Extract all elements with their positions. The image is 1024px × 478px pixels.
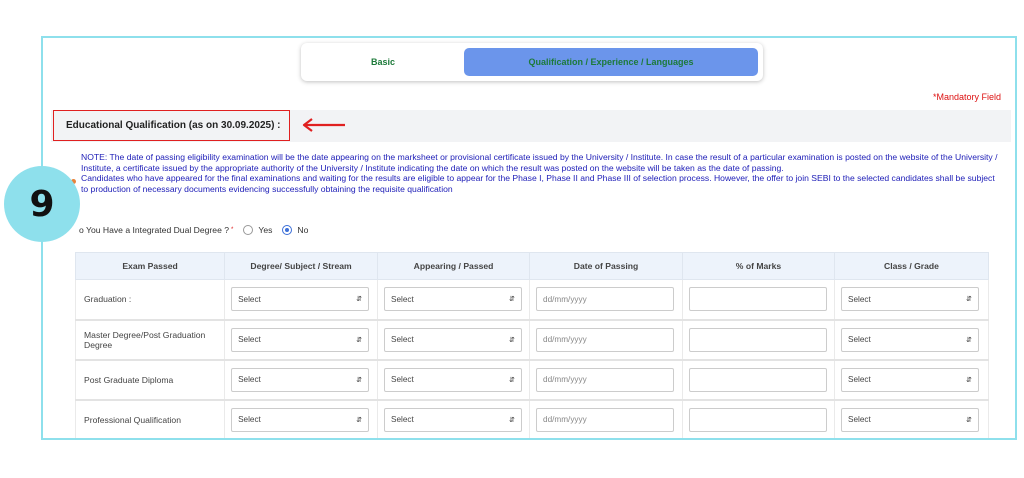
select-value: Select <box>847 335 871 344</box>
degree-select[interactable]: Select ⇵ <box>231 367 370 392</box>
left-arrow-icon <box>302 118 345 132</box>
exam-label: Graduation : <box>74 279 226 321</box>
date-of-passing-input[interactable]: dd/mm/yyyy <box>536 287 675 312</box>
date-placeholder: dd/mm/yyyy <box>543 415 587 424</box>
radio-yes[interactable]: Yes <box>243 225 272 235</box>
sort-arrows-icon: ⇵ <box>966 416 972 424</box>
select-value: Select <box>391 294 414 304</box>
date-placeholder: dd/mm/yyyy <box>543 294 587 304</box>
select-value: Select <box>391 415 414 424</box>
sort-arrows-icon: ⇵ <box>966 376 972 384</box>
sort-arrows-icon: ⇵ <box>356 376 363 384</box>
exam-label: Professional Qualification <box>74 399 226 438</box>
radio-yes-circle[interactable] <box>243 225 254 235</box>
select-value: Select <box>391 375 414 384</box>
table-row: Master Degree/Post Graduation Degree Sele… <box>74 319 990 361</box>
class-grade-select[interactable]: Select ⇵ <box>840 367 979 392</box>
degree-select[interactable]: Select ⇵ <box>231 287 370 312</box>
col-date: Date of Passing <box>529 252 683 280</box>
sort-arrows-icon: ⇵ <box>509 296 516 304</box>
sort-arrows-icon: ⇵ <box>509 336 516 344</box>
radio-no-label: No <box>297 225 309 235</box>
tab-qualification[interactable]: Qualification / Experience / Languages <box>464 48 758 76</box>
sort-arrows-icon: ⇵ <box>966 296 972 304</box>
step-number-badge: 9 <box>4 166 80 242</box>
form-frame: Basic Qualification / Experience / Langu… <box>41 36 1017 440</box>
degree-select[interactable]: Select ⇵ <box>231 407 370 432</box>
exam-label: Post Graduate Diploma <box>74 359 226 401</box>
select-value: Select <box>238 335 261 344</box>
tab-bar: Basic Qualification / Experience / Langu… <box>301 43 763 81</box>
dual-degree-question: o You Have a Integrated Dual Degree ? * … <box>79 225 308 235</box>
class-grade-select[interactable]: Select ⇵ <box>840 407 979 432</box>
sort-arrows-icon: ⇵ <box>356 416 363 424</box>
required-mark: * <box>231 227 234 233</box>
date-placeholder: dd/mm/yyyy <box>543 375 587 384</box>
table-row: Post Graduate Diploma Select ⇵ Select ⇵ dd/mm… <box>74 359 990 401</box>
col-marks: % of Marks <box>682 252 835 280</box>
radio-no-circle[interactable] <box>282 225 293 235</box>
table-row: Graduation : Select ⇵ Select ⇵ dd/mm/yyyy Sele… <box>74 279 990 321</box>
percent-marks-input[interactable] <box>689 287 827 312</box>
mandatory-field-note: *Mandatory Field <box>932 92 1001 102</box>
select-value: Select <box>847 375 871 384</box>
radio-yes-label: Yes <box>258 225 273 235</box>
tab-basic[interactable]: Basic <box>305 48 461 76</box>
select-value: Select <box>238 294 261 304</box>
sort-arrows-icon: ⇵ <box>966 336 972 344</box>
date-of-passing-input[interactable]: dd/mm/yyyy <box>536 327 675 352</box>
section-title: Educational Qualification (as on 30.09.2… <box>53 110 290 141</box>
radio-no[interactable]: No <box>282 225 308 235</box>
sort-arrows-icon: ⇵ <box>356 336 363 344</box>
sort-arrows-icon: ⇵ <box>509 416 516 424</box>
col-grade: Class / Grade <box>833 252 990 280</box>
col-degree: Degree/ Subject / Stream <box>224 252 379 280</box>
degree-select[interactable]: Select ⇵ <box>231 327 370 352</box>
appearing-passed-select[interactable]: Select ⇵ <box>384 407 523 432</box>
select-value: Select <box>847 294 871 304</box>
appearing-passed-select[interactable]: Select ⇵ <box>384 367 523 392</box>
col-appearing: Appearing / Passed <box>377 252 531 280</box>
select-value: Select <box>238 415 261 424</box>
sort-arrows-icon: ⇵ <box>509 376 516 384</box>
percent-marks-input[interactable] <box>689 367 827 392</box>
select-value: Select <box>238 375 261 384</box>
select-value: Select <box>847 415 871 424</box>
class-grade-select[interactable]: Select ⇵ <box>840 287 979 312</box>
table-row: Professional Qualification Select ⇵ Select ⇵… <box>74 399 990 438</box>
col-exam-passed: Exam Passed <box>74 252 226 280</box>
appearing-passed-select[interactable]: Select ⇵ <box>384 327 523 352</box>
table-header-row: Exam Passed Degree/ Subject / Stream App… <box>74 252 990 280</box>
select-value: Select <box>391 335 414 344</box>
appearing-passed-select[interactable]: Select ⇵ <box>384 287 523 312</box>
date-of-passing-input[interactable]: dd/mm/yyyy <box>536 407 675 432</box>
date-of-passing-input[interactable]: dd/mm/yyyy <box>536 367 675 392</box>
percent-marks-input[interactable] <box>689 407 827 432</box>
exam-label: Master Degree/Post Graduation Degree <box>74 319 226 361</box>
sort-arrows-icon: ⇵ <box>356 296 363 304</box>
note-text: NOTE: The date of passing eligibility ex… <box>81 152 1001 194</box>
date-placeholder: dd/mm/yyyy <box>543 335 587 344</box>
note-paragraph-1: NOTE: The date of passing eligibility ex… <box>81 152 998 173</box>
dual-degree-label: o You Have a Integrated Dual Degree ? <box>79 225 230 235</box>
percent-marks-input[interactable] <box>689 327 827 352</box>
qualification-table: Exam Passed Degree/ Subject / Stream App… <box>74 252 990 438</box>
class-grade-select[interactable]: Select ⇵ <box>840 327 979 352</box>
note-paragraph-2: Candidates who have appeared for the fin… <box>81 173 995 194</box>
